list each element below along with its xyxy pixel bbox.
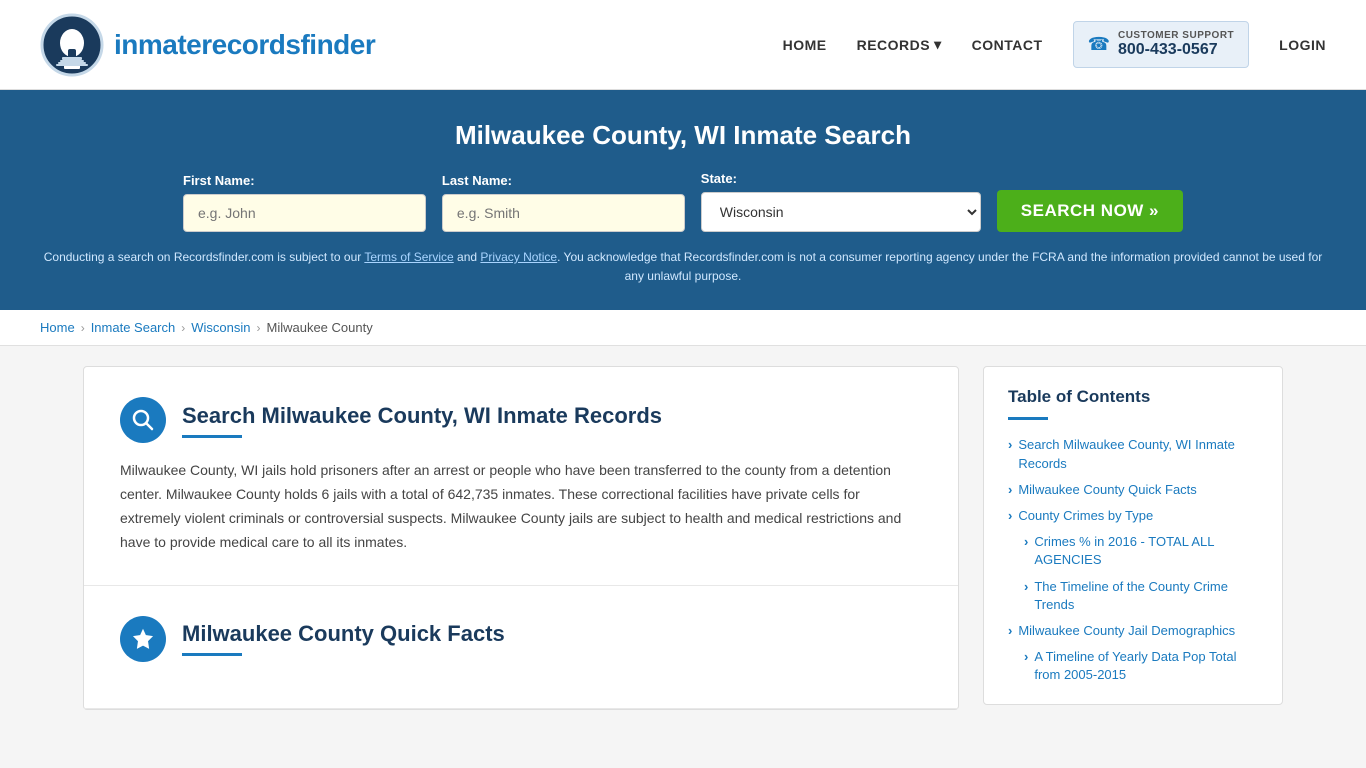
toc-box: Table of Contents › Search Milwaukee Cou… [983, 366, 1283, 705]
phone-icon: ☎ [1088, 34, 1110, 55]
toc-list: › Search Milwaukee County, WI Inmate Rec… [1008, 436, 1258, 684]
state-group: State: Wisconsin [701, 171, 981, 232]
toc-item: › County Crimes by Type [1008, 507, 1258, 525]
section-body: Milwaukee County, WI jails hold prisoner… [120, 459, 922, 554]
toc-link[interactable]: Crimes % in 2016 - TOTAL ALL AGENCIES [1034, 533, 1258, 569]
toc-item: › The Timeline of the County Crime Trend… [1008, 578, 1258, 614]
breadcrumb-county: Milwaukee County [266, 320, 372, 335]
quick-facts-underline [182, 653, 242, 656]
search-button[interactable]: SEARCH NOW » [997, 190, 1183, 232]
section-title-underline [182, 435, 242, 438]
last-name-label: Last Name: [442, 173, 685, 188]
main-content: Search Milwaukee County, WI Inmate Recor… [43, 366, 1323, 709]
privacy-link[interactable]: Privacy Notice [480, 250, 557, 264]
quick-facts-title: Milwaukee County Quick Facts [182, 621, 505, 647]
state-label: State: [701, 171, 981, 186]
breadcrumb-sep-1: › [81, 321, 85, 335]
hero-title: Milwaukee County, WI Inmate Search [40, 120, 1326, 151]
tos-link[interactable]: Terms of Service [364, 250, 453, 264]
toc-link[interactable]: County Crimes by Type [1018, 507, 1153, 525]
toc-item: › Milwaukee County Jail Demographics [1008, 622, 1258, 640]
records-chevron-icon: ▾ [934, 36, 942, 53]
support-label: CUSTOMER SUPPORT [1118, 30, 1234, 41]
logo[interactable]: inmaterecordsfinder [40, 13, 375, 77]
sidebar: Table of Contents › Search Milwaukee Cou… [983, 366, 1283, 709]
toc-title: Table of Contents [1008, 387, 1258, 407]
quick-facts-section: Milwaukee County Quick Facts [84, 586, 958, 709]
toc-link[interactable]: Milwaukee County Quick Facts [1018, 481, 1196, 499]
hero-disclaimer: Conducting a search on Recordsfinder.com… [40, 248, 1326, 286]
first-name-group: First Name: [183, 173, 426, 232]
quick-facts-title-block: Milwaukee County Quick Facts [182, 621, 505, 656]
main-nav: HOME RECORDS ▾ CONTACT ☎ CUSTOMER SUPPOR… [783, 21, 1326, 68]
toc-item: › Search Milwaukee County, WI Inmate Rec… [1008, 436, 1258, 472]
logo-icon [40, 13, 104, 77]
toc-item: › A Timeline of Yearly Data Pop Total fr… [1008, 648, 1258, 684]
nav-home[interactable]: HOME [783, 37, 827, 53]
breadcrumb: Home › Inmate Search › Wisconsin › Milwa… [0, 310, 1366, 346]
section-header: Search Milwaukee County, WI Inmate Recor… [120, 397, 922, 443]
info-icon [132, 628, 154, 650]
state-select[interactable]: Wisconsin [701, 192, 981, 232]
site-header: inmaterecordsfinder HOME RECORDS ▾ CONTA… [0, 0, 1366, 90]
toc-link[interactable]: Milwaukee County Jail Demographics [1018, 622, 1235, 640]
customer-support-box[interactable]: ☎ CUSTOMER SUPPORT 800-433-0567 [1073, 21, 1250, 68]
support-number: 800-433-0567 [1118, 41, 1234, 59]
breadcrumb-home[interactable]: Home [40, 320, 75, 335]
first-name-label: First Name: [183, 173, 426, 188]
last-name-group: Last Name: [442, 173, 685, 232]
section-title: Search Milwaukee County, WI Inmate Recor… [182, 403, 662, 429]
toc-divider [1008, 417, 1048, 420]
content-area: Search Milwaukee County, WI Inmate Recor… [83, 366, 959, 709]
breadcrumb-inmate-search[interactable]: Inmate Search [91, 320, 176, 335]
breadcrumb-sep-2: › [181, 321, 185, 335]
toc-chevron-icon: › [1008, 623, 1012, 638]
support-text: CUSTOMER SUPPORT 800-433-0567 [1118, 30, 1234, 59]
breadcrumb-state[interactable]: Wisconsin [191, 320, 250, 335]
quick-facts-header: Milwaukee County Quick Facts [120, 616, 922, 662]
quick-facts-icon [120, 616, 166, 662]
nav-contact[interactable]: CONTACT [972, 37, 1043, 53]
inmate-records-section: Search Milwaukee County, WI Inmate Recor… [84, 367, 958, 585]
toc-chevron-icon: › [1024, 649, 1028, 664]
toc-link[interactable]: Search Milwaukee County, WI Inmate Recor… [1018, 436, 1258, 472]
toc-chevron-icon: › [1024, 579, 1028, 594]
toc-link[interactable]: The Timeline of the County Crime Trends [1034, 578, 1258, 614]
last-name-input[interactable] [442, 194, 685, 232]
first-name-input[interactable] [183, 194, 426, 232]
toc-link[interactable]: A Timeline of Yearly Data Pop Total from… [1034, 648, 1258, 684]
toc-item: › Crimes % in 2016 - TOTAL ALL AGENCIES [1008, 533, 1258, 569]
toc-item: › Milwaukee County Quick Facts [1008, 481, 1258, 499]
nav-login[interactable]: LOGIN [1279, 37, 1326, 53]
nav-records[interactable]: RECORDS ▾ [857, 36, 942, 53]
toc-chevron-icon: › [1008, 437, 1012, 452]
toc-chevron-icon: › [1008, 508, 1012, 523]
toc-chevron-icon: › [1024, 534, 1028, 549]
hero-section: Milwaukee County, WI Inmate Search First… [0, 90, 1366, 310]
search-icon [132, 409, 154, 431]
breadcrumb-sep-3: › [256, 321, 260, 335]
logo-text: inmaterecordsfinder [114, 29, 375, 61]
section-title-block: Search Milwaukee County, WI Inmate Recor… [182, 403, 662, 438]
search-section-icon [120, 397, 166, 443]
search-form: First Name: Last Name: State: Wisconsin … [183, 171, 1183, 232]
toc-chevron-icon: › [1008, 482, 1012, 497]
